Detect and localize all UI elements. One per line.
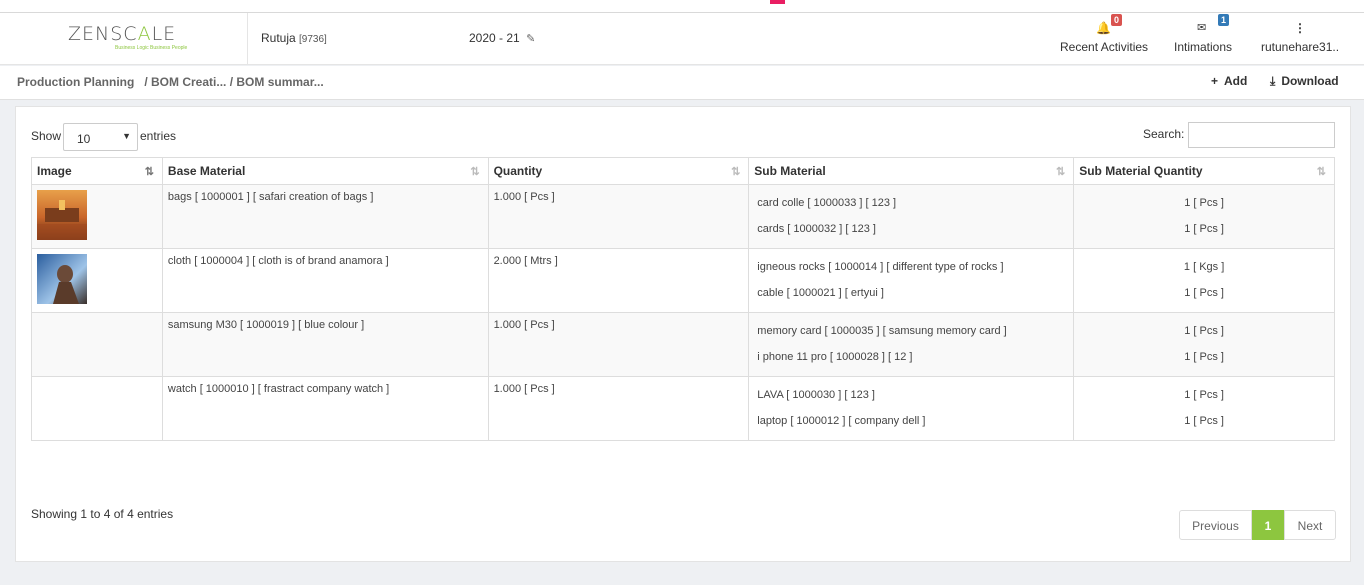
sub-material-item: LAVA [ 1000030 ] [ 123 ] <box>757 389 875 401</box>
pagination: Previous 1 Next <box>1179 510 1336 540</box>
table-row: samsung M30 [ 1000019 ] [ blue colour ] … <box>31 312 1335 377</box>
bell-icon: 🔔 <box>1096 21 1111 35</box>
download-icon: ⤓ <box>1270 74 1276 88</box>
column-header-quantity[interactable]: Quantity ⇅ <box>487 157 750 185</box>
edit-icon[interactable]: ✎ <box>526 33 535 45</box>
bom-table: Image ⇅ Base Material ⇅ Quantity ⇅ Sub Mate… <box>31 157 1335 441</box>
sub-material-qty: 1 [ Pcs ] <box>1184 389 1224 401</box>
user-name: Rutuja <box>261 31 296 45</box>
sub-material-quantity-cell: 1 [ Kgs ] 1 [ Pcs ] <box>1073 248 1335 313</box>
sub-material-cell: memory card [ 1000035 ] [ samsung memory… <box>748 312 1075 377</box>
sub-material-qty: 1 [ Pcs ] <box>1184 287 1224 299</box>
sub-material-qty: 1 [ Pcs ] <box>1184 351 1224 363</box>
financial-year[interactable]: 2020 - 21 ✎ <box>469 31 535 45</box>
table-row: bags [ 1000001 ] [ safari creation of ba… <box>31 184 1335 249</box>
search-label: Search: <box>1143 127 1185 141</box>
column-header-sub-material-quantity[interactable]: Sub Material Quantity ⇅ <box>1073 157 1335 185</box>
app-header: ZENSCALE Business Logic Business People … <box>0 13 1364 65</box>
account-label: rutunehare31.. <box>1261 40 1340 54</box>
image-cell <box>31 248 163 313</box>
sort-icon: ⇅ <box>1056 166 1066 178</box>
logo-tagline: Business Logic Business People <box>115 45 188 51</box>
table-row: watch [ 1000010 ] [ frastract company wa… <box>31 376 1335 441</box>
base-material-cell: samsung M30 [ 1000019 ] [ blue colour ] <box>161 312 489 377</box>
base-material-cell: cloth [ 1000004 ] [ cloth is of brand an… <box>161 248 489 313</box>
breadcrumb-rest[interactable]: / BOM Creati... / BOM summar... <box>144 75 323 89</box>
product-thumbnail[interactable] <box>37 190 87 240</box>
page-size-select[interactable]: 10 ▼ <box>63 123 138 151</box>
sub-material-item: laptop [ 1000012 ] [ company dell ] <box>757 415 926 427</box>
sub-material-quantity-cell: 1 [ Pcs ] 1 [ Pcs ] <box>1073 312 1335 377</box>
sort-icon: ⇅ <box>731 166 741 178</box>
logo[interactable]: ZENSCALE Business Logic Business People <box>0 13 248 65</box>
image-cell <box>31 376 163 441</box>
plus-icon: + <box>1211 74 1219 88</box>
previous-button[interactable]: Previous <box>1179 510 1252 540</box>
page-1-button[interactable]: 1 <box>1252 510 1284 540</box>
sub-material-quantity-cell: 1 [ Pcs ] 1 [ Pcs ] <box>1073 184 1335 249</box>
user-id: [9736] <box>299 34 327 45</box>
sub-material-item: igneous rocks [ 1000014 ] [ different ty… <box>757 261 1004 273</box>
sub-material-qty: 1 [ Pcs ] <box>1184 325 1224 337</box>
quantity-cell: 2.000 [ Mtrs ] <box>487 248 750 313</box>
table-row: cloth [ 1000004 ] [ cloth is of brand an… <box>31 248 1335 313</box>
product-thumbnail[interactable] <box>37 254 87 304</box>
sort-icon: ⇅ <box>144 166 154 178</box>
quantity-cell: 1.000 [ Pcs ] <box>487 312 750 377</box>
sub-material-item: i phone 11 pro [ 1000028 ] [ 12 ] <box>757 351 913 363</box>
recent-activities-button[interactable]: 🔔 0 Recent Activities <box>1058 13 1149 65</box>
next-button[interactable]: Next <box>1284 510 1336 540</box>
breadcrumb-root[interactable]: Production Planning <box>17 75 134 89</box>
download-button[interactable]: ⤓ Download <box>1270 74 1339 89</box>
sub-material-cell: igneous rocks [ 1000014 ] [ different ty… <box>748 248 1075 313</box>
entries-label: entries <box>140 129 177 143</box>
search-input[interactable] <box>1188 122 1335 148</box>
sub-material-cell: LAVA [ 1000030 ] [ 123 ] laptop [ 100001… <box>748 376 1075 441</box>
add-button[interactable]: + Add <box>1211 74 1247 88</box>
sub-material-item: card colle [ 1000033 ] [ 123 ] <box>757 197 897 209</box>
intimations-badge: 1 <box>1218 14 1230 26</box>
page-size-value: 10 <box>77 132 91 146</box>
account-menu[interactable]: ⋮ rutunehare31.. <box>1258 13 1340 65</box>
sub-material-item: cards [ 1000032 ] [ 123 ] <box>757 223 876 235</box>
sub-material-qty: 1 [ Kgs ] <box>1183 261 1225 273</box>
base-material-cell: bags [ 1000001 ] [ safari creation of ba… <box>161 184 489 249</box>
envelope-icon: ✉ <box>1197 22 1207 34</box>
table-header-row: Image ⇅ Base Material ⇅ Quantity ⇅ Sub Mate… <box>31 157 1335 185</box>
more-vertical-icon: ⋮ <box>1294 21 1306 35</box>
sub-material-quantity-cell: 1 [ Pcs ] 1 [ Pcs ] <box>1073 376 1335 441</box>
notification-marker <box>770 0 785 4</box>
breadcrumb: Production Planning / BOM Creati... / BO… <box>17 75 324 89</box>
intimations-label: Intimations <box>1174 40 1233 54</box>
intimations-button[interactable]: ✉ 1 Intimations <box>1172 13 1234 65</box>
bom-summary-panel: Show 10 ▼ entries Search: Image ⇅ Base Ma… <box>15 106 1351 562</box>
sub-material-qty: 1 [ Pcs ] <box>1184 197 1224 209</box>
image-cell <box>31 184 163 249</box>
sub-material-qty: 1 [ Pcs ] <box>1184 415 1224 427</box>
base-material-cell: watch [ 1000010 ] [ frastract company wa… <box>161 376 489 441</box>
logo-text: ZENSCALE <box>68 23 177 45</box>
column-header-sub-material[interactable]: Sub Material ⇅ <box>748 157 1075 185</box>
breadcrumb-bar: Production Planning / BOM Creati... / BO… <box>0 66 1364 100</box>
top-strip <box>0 0 1364 13</box>
sort-icon: ⇅ <box>1316 166 1326 178</box>
table-info: Showing 1 to 4 of 4 entries <box>31 507 174 521</box>
quantity-cell: 1.000 [ Pcs ] <box>487 376 750 441</box>
sub-material-item: memory card [ 1000035 ] [ samsung memory… <box>757 325 1007 337</box>
year-label: 2020 - 21 <box>469 31 520 45</box>
quantity-cell: 1.000 [ Pcs ] <box>487 184 750 249</box>
sort-icon: ⇅ <box>470 166 480 178</box>
user-info: Rutuja [9736] <box>261 31 327 45</box>
caret-down-icon: ▼ <box>122 131 131 141</box>
column-header-image[interactable]: Image ⇅ <box>31 157 163 185</box>
image-cell <box>31 312 163 377</box>
recent-activities-badge: 0 <box>1111 14 1123 26</box>
recent-activities-label: Recent Activities <box>1060 40 1149 54</box>
sub-material-item: cable [ 1000021 ] [ ertyui ] <box>757 287 884 299</box>
sub-material-qty: 1 [ Pcs ] <box>1184 223 1224 235</box>
column-header-base-material[interactable]: Base Material ⇅ <box>161 157 489 185</box>
sub-material-cell: card colle [ 1000033 ] [ 123 ] cards [ 1… <box>748 184 1075 249</box>
show-label: Show <box>31 129 62 143</box>
